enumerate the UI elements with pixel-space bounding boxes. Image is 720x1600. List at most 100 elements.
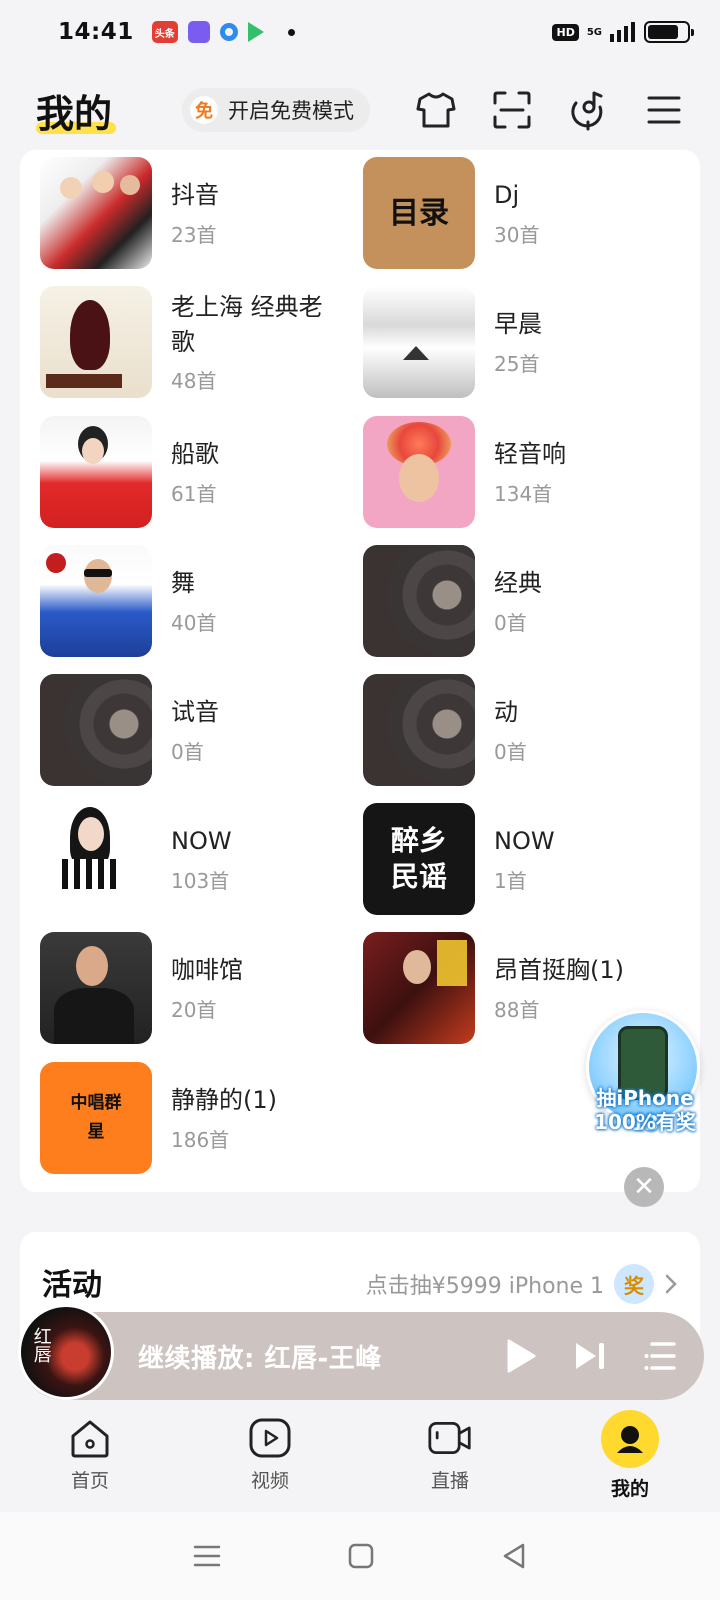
promo-line2: 100%有奖: [594, 1110, 696, 1134]
playlist-queue-icon[interactable]: [644, 1341, 676, 1371]
top-icon-group: [416, 90, 684, 131]
activity-title: 活动: [42, 1268, 102, 1303]
playlist-info: 静静的(1) 186首: [171, 1083, 277, 1153]
playlist-cover: [40, 286, 152, 398]
activity-link-text: 点击抽¥5999 iPhone 1: [365, 1274, 604, 1299]
playlist-cover: [40, 545, 152, 657]
nav-label: 直播: [430, 1470, 469, 1492]
tshirt-icon[interactable]: [416, 90, 456, 130]
playlist-info: 抖音 23首: [171, 178, 219, 248]
playlist-name: 咖啡馆: [171, 956, 243, 985]
bottom-nav: 首页 视频 直播 我的: [0, 1408, 720, 1508]
camera-icon: [428, 1416, 472, 1460]
play-icon[interactable]: [506, 1339, 536, 1373]
playlist-cover: [363, 416, 475, 528]
playlist-cover: 目录: [363, 157, 475, 269]
playlist-info: 船歌 61首: [171, 437, 219, 507]
music-search-icon[interactable]: [568, 90, 608, 131]
playlist-cover: [40, 416, 152, 528]
now-playing-title: 继续播放: 红唇-王峰: [138, 1343, 382, 1374]
mini-player[interactable]: 红唇 继续播放: 红唇-王峰: [18, 1304, 704, 1400]
toutiao-app-icon: 头条: [151, 21, 178, 43]
playlist-item[interactable]: 咖啡馆 20首: [40, 932, 360, 1044]
home-icon: [68, 1416, 112, 1460]
playlist-item[interactable]: 早晨 25首: [363, 286, 683, 398]
playlist-item[interactable]: 老上海 经典老歌 48首: [40, 286, 360, 398]
playlist-info: 早晨 25首: [494, 307, 542, 377]
playlist-name: NOW: [494, 827, 555, 856]
nav-live[interactable]: 直播: [360, 1408, 540, 1508]
player-controls: [506, 1339, 676, 1373]
playlist-name: 船歌: [171, 440, 219, 469]
status-bar: 14:41 头条 HD 5G: [0, 0, 720, 64]
activity-link[interactable]: 点击抽¥5999 iPhone 1 奖: [366, 1264, 678, 1304]
free-badge-icon: 免: [190, 96, 219, 124]
playlist-info: 舞 40首: [171, 566, 216, 636]
playlist-count: 0首: [494, 610, 527, 635]
playlist-name: 昂首挺胸(1): [494, 956, 624, 985]
playlist-info: NOW 1首: [494, 824, 555, 894]
playlist-count: 186首: [171, 1127, 230, 1152]
playlist-cover: [363, 932, 475, 1044]
playlist-item[interactable]: 经典 0首: [363, 545, 683, 657]
playlist-info: 咖啡馆 20首: [171, 953, 243, 1023]
iphone-lottery-float[interactable]: 抽iPhone 13 100%有奖: [580, 1006, 710, 1154]
battery-icon: [644, 21, 694, 43]
playlist-item[interactable]: 抖音 23首: [40, 157, 360, 269]
playlist-item[interactable]: 目录 Dj 30首: [363, 157, 683, 269]
home-button-icon[interactable]: [348, 1543, 374, 1569]
playlist-count: 1首: [494, 868, 527, 893]
playlist-count: 25首: [494, 351, 540, 376]
signal-icon: [610, 22, 635, 42]
playlist-item[interactable]: 船歌 61首: [40, 416, 360, 528]
cover-text: 目录: [389, 195, 449, 231]
playlist-item[interactable]: 轻音响 134首: [363, 416, 683, 528]
nav-video[interactable]: 视频: [180, 1408, 360, 1508]
playlist-name: 老上海 经典老歌: [171, 292, 323, 356]
status-time: 14:41: [58, 19, 134, 45]
notification-dot: [287, 28, 295, 36]
close-icon[interactable]: ✕: [624, 1167, 664, 1207]
playlist-item[interactable]: 试音 0首: [40, 674, 360, 786]
nav-me[interactable]: 我的: [540, 1408, 720, 1508]
playlist-count: 48首: [171, 369, 217, 394]
playlist-item[interactable]: NOW 103首: [40, 803, 360, 915]
playlist-info: 老上海 经典老歌 48首: [171, 290, 341, 395]
playlist-info: 轻音响 134首: [494, 437, 566, 507]
playlist-info: 动 0首: [494, 695, 527, 765]
playlist-name: 早晨: [494, 310, 542, 339]
blue-dot-app-icon: [219, 23, 238, 41]
video-play-icon: [248, 1416, 292, 1460]
playlist-item[interactable]: 醉乡民谣 NOW 1首: [363, 803, 683, 915]
free-mode-button[interactable]: 免 开启免费模式: [182, 88, 371, 132]
playlist-name: 舞: [171, 569, 195, 598]
vinyl-cover: [40, 674, 152, 786]
back-icon[interactable]: [501, 1542, 527, 1570]
playlist-item[interactable]: 舞 40首: [40, 545, 360, 657]
menu-icon[interactable]: [644, 90, 684, 130]
recent-apps-icon[interactable]: [193, 1544, 221, 1568]
scan-icon[interactable]: [492, 90, 532, 130]
playlist-name: 静静的(1): [171, 1086, 277, 1115]
nav-home[interactable]: 首页: [0, 1408, 180, 1508]
playlist-count: 103首: [171, 868, 230, 893]
free-mode-label: 开启免费模式: [228, 99, 355, 123]
playlist-info: 试音 0首: [171, 695, 219, 765]
nav-label: 视频: [250, 1470, 289, 1492]
playlist-cover: 醉乡民谣: [363, 803, 475, 915]
playlist-name: NOW: [171, 827, 232, 856]
purple-app-icon: [187, 21, 210, 43]
network-5g-label: 5G: [586, 26, 602, 38]
playlist-name: 轻音响: [494, 440, 566, 469]
playlist-item[interactable]: 中唱群星 静静的(1) 186首: [40, 1062, 360, 1174]
playlist-cover: 中唱群星: [40, 1062, 152, 1174]
playlist-item[interactable]: 动 0首: [363, 674, 683, 786]
playlist-info: 经典 0首: [494, 566, 542, 636]
cover-text: 红唇: [30, 1327, 52, 1363]
playlist-count: 30首: [494, 222, 540, 247]
nav-label: 首页: [70, 1470, 109, 1492]
playlist-count: 40首: [171, 610, 217, 635]
page-title: 我的: [36, 91, 113, 136]
next-icon[interactable]: [574, 1340, 606, 1372]
nav-label: 我的: [610, 1478, 649, 1500]
